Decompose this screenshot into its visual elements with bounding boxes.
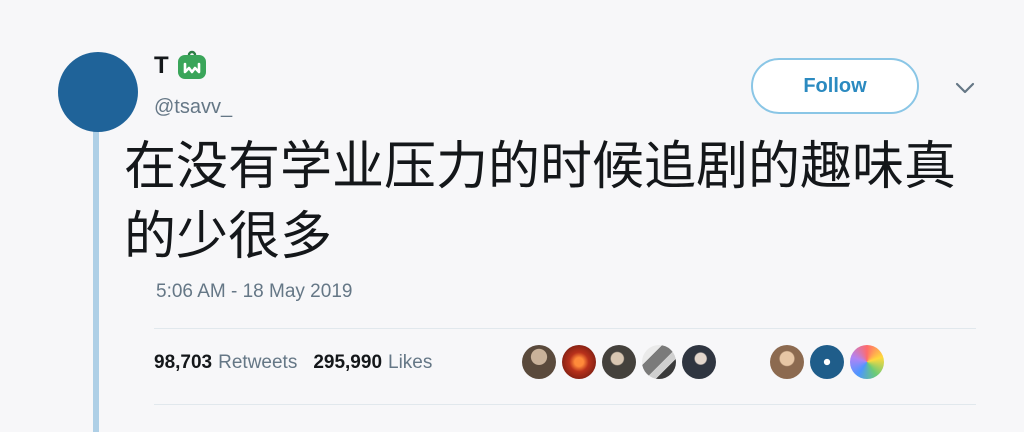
likes-stat[interactable]: 295,990 Likes [313, 352, 432, 374]
likes-count: 295,990 [313, 352, 383, 373]
liked-by-avatars [522, 345, 884, 379]
plant-emoji-icon [177, 50, 206, 79]
liker-avatar[interactable] [682, 345, 716, 379]
user-handle[interactable]: @tsavv_ [154, 96, 232, 119]
liker-avatar[interactable] [770, 345, 804, 379]
follow-button[interactable]: Follow [751, 58, 919, 114]
retweets-stat[interactable]: 98,703 Retweets [154, 352, 297, 374]
divider [154, 404, 976, 405]
retweets-label: Retweets [218, 352, 298, 373]
retweets-count: 98,703 [154, 352, 213, 373]
display-name[interactable]: T [154, 52, 169, 80]
tweet-text: 在没有学业压力的时候追剧的趣味真的少很多 [124, 137, 957, 267]
thread-line [93, 112, 99, 432]
user-name-row: T [154, 50, 209, 82]
liker-avatar[interactable] [562, 345, 596, 379]
divider [154, 328, 976, 329]
likes-label: Likes [388, 352, 433, 373]
liker-avatar[interactable] [850, 345, 884, 379]
tweet-stats: 98,703 Retweets 295,990 Likes [154, 352, 448, 374]
liker-avatar[interactable] [522, 345, 556, 379]
tweet-timestamp[interactable]: 5:06 AM - 18 May 2019 [156, 281, 352, 303]
liker-avatar[interactable] [642, 345, 676, 379]
liker-avatar[interactable] [810, 345, 844, 379]
liker-avatar[interactable] [602, 345, 636, 379]
avatar[interactable] [58, 52, 138, 132]
chevron-down-icon[interactable] [954, 80, 976, 96]
